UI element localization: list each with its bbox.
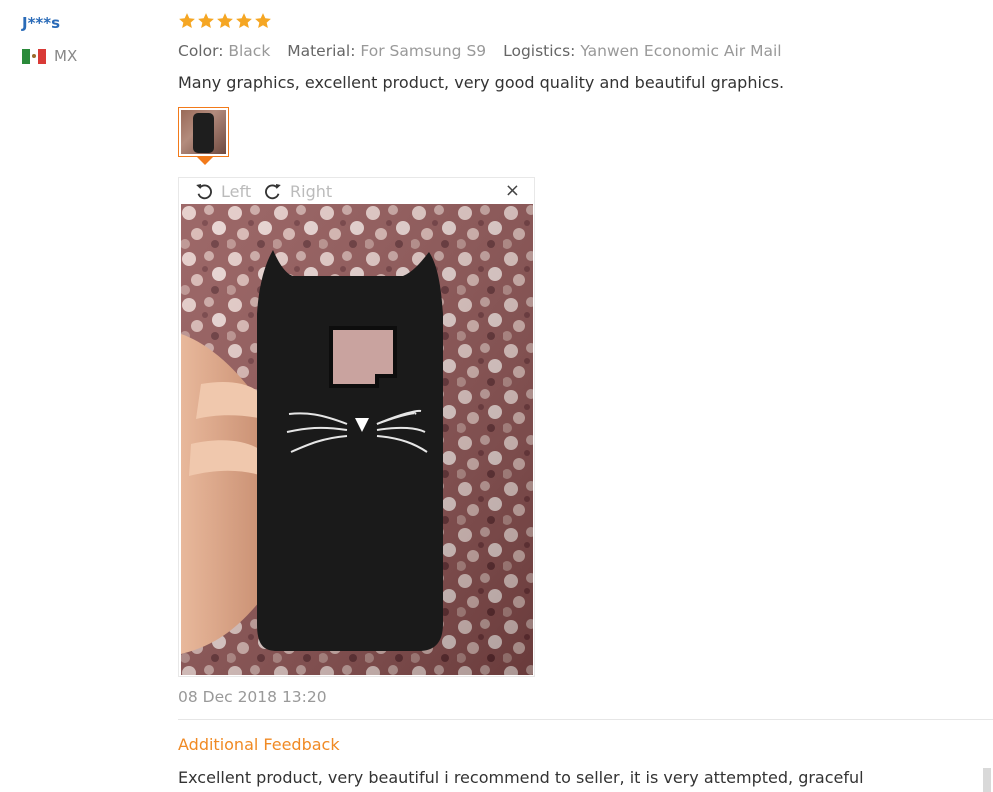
additional-feedback-label: Additional Feedback	[178, 735, 340, 754]
attr-color-value: Black	[228, 42, 271, 60]
scrollbar[interactable]	[983, 768, 991, 792]
attr-material-value: For Samsung S9	[360, 42, 487, 60]
rotate-left-label: Left	[221, 181, 252, 201]
country-code: MX	[54, 47, 78, 65]
star-icon	[217, 13, 233, 29]
reviewer-info: J***s	[22, 14, 60, 32]
review-image-thumbnail[interactable]	[178, 107, 229, 157]
phone-case-photo	[181, 204, 533, 675]
reviewer-name[interactable]: J***s	[22, 14, 60, 32]
thumbnail-selected-pointer	[197, 157, 213, 165]
reviewer-country: MX	[22, 47, 77, 65]
review-text: Many graphics, excellent product, very g…	[178, 73, 785, 92]
star-icon	[255, 13, 271, 29]
thumbnail-image	[181, 110, 226, 154]
attr-logistics-value: Yanwen Economic Air Mail	[580, 42, 782, 60]
image-viewer-toolbar: Left Right ×	[179, 178, 534, 203]
attr-material-key: Material:	[287, 42, 356, 60]
attr-color-key: Color:	[178, 42, 224, 60]
additional-feedback-text: Excellent product, very beautiful i reco…	[178, 768, 864, 787]
divider	[178, 719, 993, 720]
rotate-left-icon	[196, 183, 212, 200]
review-photo[interactable]	[181, 204, 533, 675]
rotate-right-label: Right	[290, 181, 333, 201]
star-icon	[198, 13, 214, 29]
review-date: 08 Dec 2018 13:20	[178, 688, 327, 706]
star-icon	[236, 13, 252, 29]
close-viewer-button[interactable]: ×	[505, 179, 520, 203]
review-attributes: Color: Black Material: For Samsung S9 Lo…	[178, 42, 782, 60]
rotate-left-button[interactable]: Left	[193, 180, 251, 202]
attr-logistics-key: Logistics:	[503, 42, 576, 60]
rotate-right-button[interactable]: Right	[262, 180, 332, 202]
image-viewer: Left Right ×	[178, 177, 535, 677]
rotate-right-icon	[265, 183, 281, 200]
star-rating	[178, 12, 272, 30]
mexico-flag-icon	[22, 48, 46, 64]
star-icon	[179, 13, 195, 29]
